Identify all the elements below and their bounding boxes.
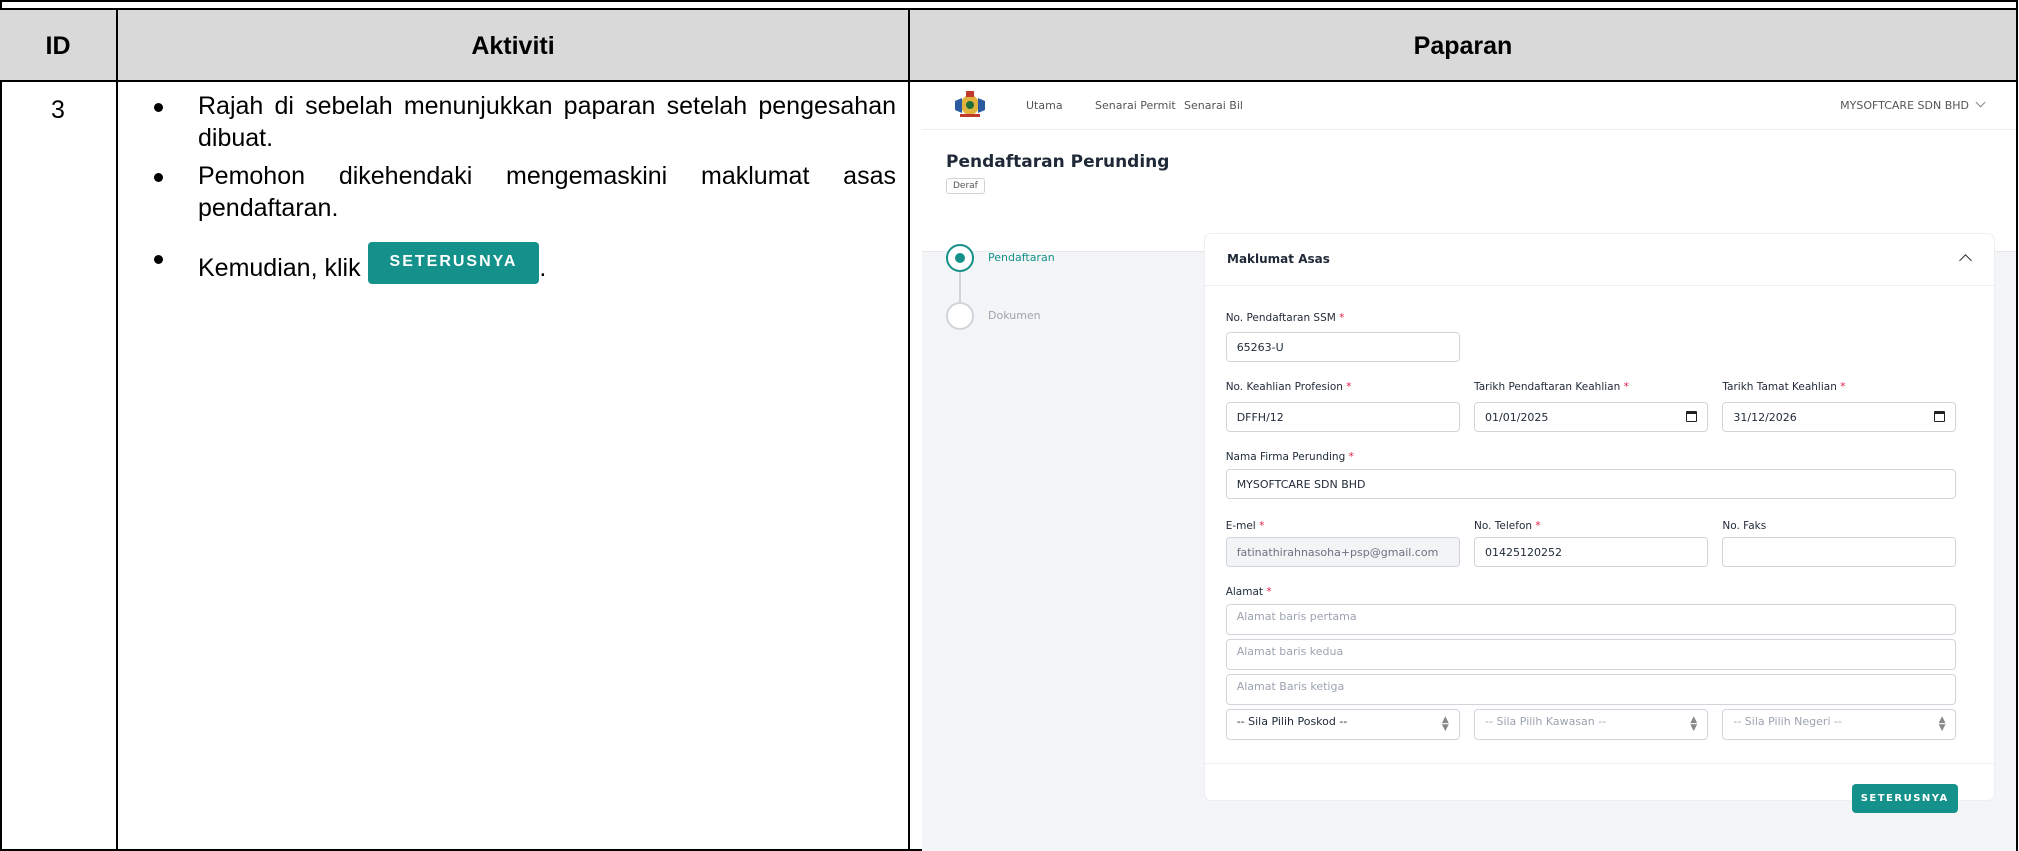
tarikh-daftar-value: 01/01/2025 (1485, 411, 1549, 425)
inline-next-button-image: SETERUSNYA (367, 242, 540, 284)
column-divider (908, 8, 910, 851)
user-menu[interactable]: MYSOFTCARE SDN BHD (1840, 97, 1986, 112)
step-inactive-icon (946, 302, 974, 330)
firma-label: Nama Firma Perunding * (1225, 451, 1354, 464)
alamat-line3-input[interactable]: Alamat Baris ketiga (1225, 673, 1957, 705)
table-header-row: ID Aktiviti Paparan (0, 8, 2016, 82)
section-title: Maklumat Asas (1227, 252, 1330, 266)
tarikh-daftar-input[interactable]: 01/01/2025 (1474, 402, 1709, 433)
step-connector (959, 272, 961, 302)
header-id: ID (45, 31, 71, 60)
keahlian-label: No. Keahlian Profesion * (1225, 381, 1352, 394)
activity-item: Rajah di sebelah menunjukkan paparan set… (150, 90, 896, 154)
firma-input[interactable]: MYSOFTCARE SDN BHD (1225, 469, 1957, 500)
calendar-icon[interactable] (1934, 411, 1946, 423)
chevron-up-icon[interactable] (1959, 254, 1972, 267)
ssm-input[interactable]: 65263-U (1225, 332, 1460, 363)
user-name: MYSOFTCARE SDN BHD (1840, 99, 1969, 112)
alamat-line2-input[interactable]: Alamat baris kedua (1225, 638, 1957, 670)
select-arrows-icon: ▲ ▼ (1938, 714, 1946, 733)
card-header[interactable]: Maklumat Asas (1205, 234, 1994, 286)
header-aktiviti: Aktiviti (471, 31, 555, 60)
negeri-value: -- Sila Pilih Negeri -- (1733, 714, 1842, 728)
faks-label: No. Faks (1722, 519, 1767, 532)
select-arrows-icon: ▲ ▼ (1690, 714, 1698, 733)
kawasan-value: -- Sila Pilih Kawasan -- (1485, 714, 1607, 728)
step-active-icon (946, 244, 974, 272)
poskod-value: -- Sila Pilih Poskod -- (1236, 714, 1348, 728)
row-id: 3 (51, 96, 65, 124)
nav-utama[interactable]: Utama (1026, 99, 1063, 112)
select-arrows-icon: ▲ ▼ (1441, 714, 1449, 733)
kawasan-select[interactable]: -- Sila Pilih Kawasan -- ▲ ▼ (1474, 708, 1709, 740)
alamat-label: Alamat * (1225, 585, 1272, 598)
nav-senarai-permit[interactable]: Senarai Permit (1095, 99, 1176, 112)
page-title: Pendaftaran Perunding (946, 152, 1170, 172)
tarikh-tamat-input[interactable]: 31/12/2026 (1722, 402, 1957, 433)
card-footer-divider (1205, 763, 1994, 765)
nav-senarai-bil[interactable]: Senarai Bil (1184, 99, 1243, 112)
ssm-label: No. Pendaftaran SSM * (1225, 311, 1345, 324)
chevron-down-icon (1975, 97, 1986, 108)
activity-item-text: Kemudian, klik (198, 254, 361, 282)
activity-item: Pemohon dikehendaki mengemaskini makluma… (150, 160, 896, 224)
tarikh-daftar-label: Tarikh Pendaftaran Keahlian * (1474, 381, 1629, 394)
step-dokumen[interactable]: Dokumen (988, 309, 1041, 322)
negeri-select[interactable]: -- Sila Pilih Negeri -- ▲ ▼ (1722, 708, 1957, 740)
faks-input[interactable] (1722, 536, 1957, 567)
telefon-label: No. Telefon * (1474, 519, 1541, 532)
top-nav: Utama Senarai Permit Senarai Bil MYSOFTC… (922, 84, 2016, 130)
calendar-icon[interactable] (1686, 411, 1698, 423)
emel-label: E-mel * (1225, 519, 1265, 532)
emel-input[interactable]: fatinathirahnasoha+psp@gmail.com (1225, 536, 1460, 567)
status-badge: Deraf (946, 178, 985, 194)
maklumat-asas-card: Maklumat Asas No. Pendaftaran SSM * 6526… (1205, 234, 1994, 814)
step-pendaftaran[interactable]: Pendaftaran (988, 251, 1055, 264)
telefon-input[interactable]: 01425120252 (1474, 536, 1709, 567)
next-button[interactable]: SETERUSNYA (1851, 783, 1958, 814)
app-screenshot: Utama Senarai Permit Senarai Bil MYSOFTC… (922, 84, 2016, 851)
alamat-line1-input[interactable]: Alamat baris pertama (1225, 603, 1957, 635)
keahlian-input[interactable]: DFFH/12 (1225, 402, 1460, 433)
tarikh-tamat-value: 31/12/2026 (1733, 411, 1797, 425)
poskod-select[interactable]: -- Sila Pilih Poskod -- ▲ ▼ (1225, 708, 1460, 740)
trailing-period: . (539, 254, 547, 282)
activity-item: Kemudian, klik SETERUSNYA. (150, 242, 896, 284)
header-paparan: Paparan (1413, 31, 1513, 60)
activity-list: Rajah di sebelah menunjukkan paparan set… (150, 84, 896, 284)
crest-logo-icon (955, 91, 985, 117)
column-divider (116, 8, 118, 851)
tarikh-tamat-label: Tarikh Tamat Keahlian * (1722, 381, 1846, 394)
